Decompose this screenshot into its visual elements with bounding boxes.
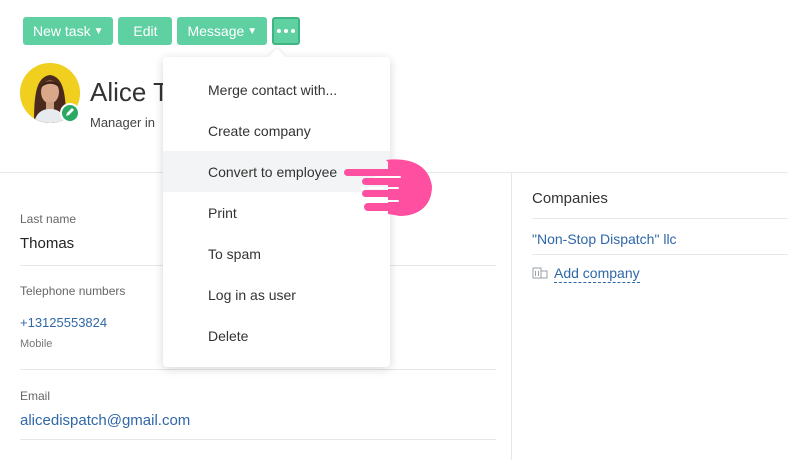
menu-item-label: To spam xyxy=(208,245,261,262)
menu-item-to-spam[interactable]: To spam xyxy=(163,233,390,274)
more-actions-button[interactable] xyxy=(272,17,301,45)
phone-label: Telephone numbers xyxy=(20,284,126,298)
last-name-label: Last name xyxy=(20,212,77,226)
menu-item-label: Convert to employee xyxy=(208,163,338,180)
email-link[interactable]: alicedispatch@gmail.com xyxy=(20,412,190,429)
email-label: Email xyxy=(20,389,51,403)
column-divider xyxy=(511,172,512,460)
phone-link[interactable]: +13125553824 xyxy=(20,315,107,330)
menu-item-label: Delete xyxy=(208,327,249,344)
toolbar: New task ▼ Edit Message ▼ xyxy=(23,17,301,45)
chevron-down-icon: ▼ xyxy=(93,25,104,37)
new-task-label: New task xyxy=(33,23,91,39)
chevron-down-icon: ▼ xyxy=(247,25,258,37)
menu-item-log-in-as-user[interactable]: Log in as user xyxy=(163,274,390,315)
companies-divider xyxy=(532,218,788,219)
more-dots-icon xyxy=(277,29,296,33)
companies-title: Companies xyxy=(532,190,608,207)
message-label: Message xyxy=(187,23,245,39)
menu-item-label: Create company xyxy=(208,122,311,139)
edit-avatar-button[interactable] xyxy=(60,103,80,123)
field-divider xyxy=(20,439,496,440)
menu-item-label: Print xyxy=(208,204,237,221)
contact-name: Alice T xyxy=(90,77,169,107)
menu-item-delete[interactable]: Delete xyxy=(163,315,390,356)
edit-button[interactable]: Edit xyxy=(118,17,173,45)
edit-label: Edit xyxy=(133,23,158,39)
contact-position: Manager in xyxy=(90,115,156,130)
company-link[interactable]: "Non-Stop Dispatch" llc xyxy=(532,231,677,247)
menu-item-create-company[interactable]: Create company xyxy=(163,110,390,151)
field-divider xyxy=(20,369,496,370)
building-icon xyxy=(532,264,548,284)
phone-type: Mobile xyxy=(20,338,53,350)
pencil-icon xyxy=(65,104,75,122)
menu-item-merge-contact[interactable]: Merge contact with... xyxy=(163,69,390,110)
pointing-hand-icon xyxy=(340,156,436,225)
menu-item-label: Log in as user xyxy=(208,286,296,303)
add-company-button[interactable]: Add company xyxy=(532,264,640,284)
last-name-value: Thomas xyxy=(20,235,75,252)
companies-divider xyxy=(532,254,788,255)
new-task-button[interactable]: New task ▼ xyxy=(23,17,114,45)
message-button[interactable]: Message ▼ xyxy=(177,17,268,45)
menu-item-label: Merge contact with... xyxy=(208,81,338,98)
add-company-label: Add company xyxy=(554,265,640,283)
